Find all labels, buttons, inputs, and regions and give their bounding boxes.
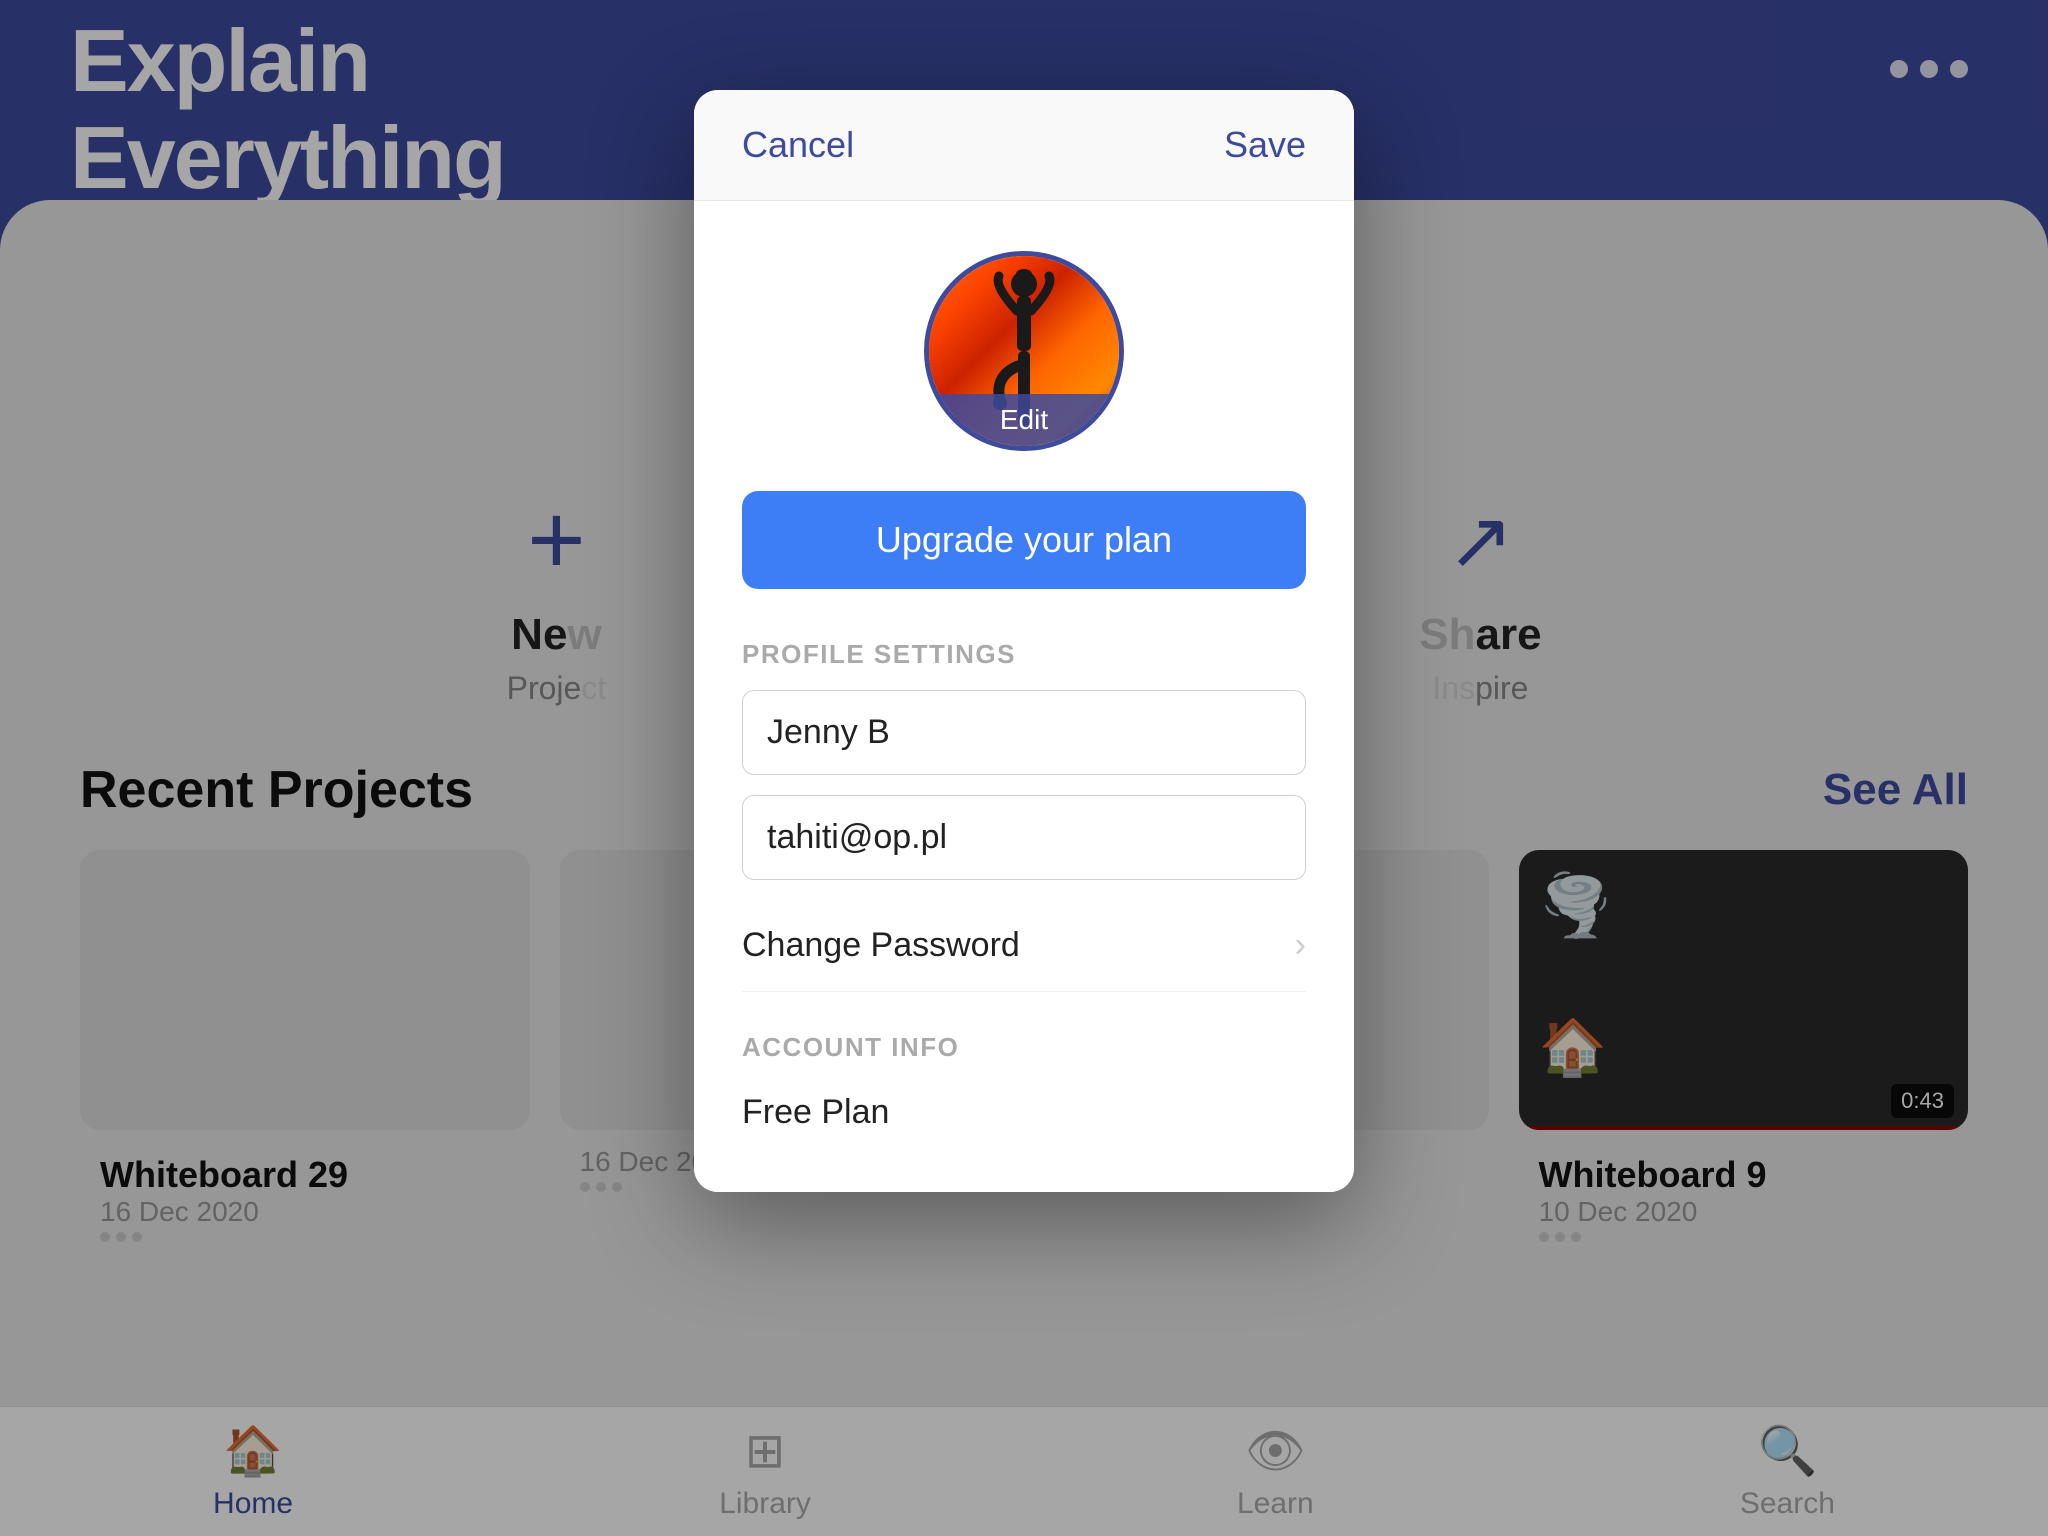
save-button[interactable]: Save: [1224, 124, 1306, 166]
name-input[interactable]: [742, 690, 1306, 775]
modal-overlay[interactable]: Cancel Save: [0, 0, 2048, 1536]
account-info-section: ACCOUNT INFO Free Plan: [742, 1032, 1306, 1142]
profile-settings-label: PROFILE SETTINGS: [742, 639, 1306, 670]
modal-body: Edit Upgrade your plan PROFILE SETTINGS …: [694, 201, 1354, 1192]
avatar-section: Edit: [742, 251, 1306, 451]
account-info-label: ACCOUNT INFO: [742, 1032, 1306, 1063]
cancel-button[interactable]: Cancel: [742, 124, 854, 166]
profile-settings-section: PROFILE SETTINGS Change Password ›: [742, 639, 1306, 992]
change-password-row[interactable]: Change Password ›: [742, 900, 1306, 992]
chevron-right-icon: ›: [1295, 926, 1306, 965]
plan-label: Free Plan: [742, 1083, 1306, 1142]
modal-header: Cancel Save: [694, 90, 1354, 201]
avatar-edit-label[interactable]: Edit: [929, 394, 1119, 446]
profile-modal: Cancel Save: [694, 90, 1354, 1192]
upgrade-button[interactable]: Upgrade your plan: [742, 491, 1306, 589]
avatar[interactable]: Edit: [924, 251, 1124, 451]
change-password-label: Change Password: [742, 926, 1020, 965]
email-input[interactable]: [742, 795, 1306, 880]
